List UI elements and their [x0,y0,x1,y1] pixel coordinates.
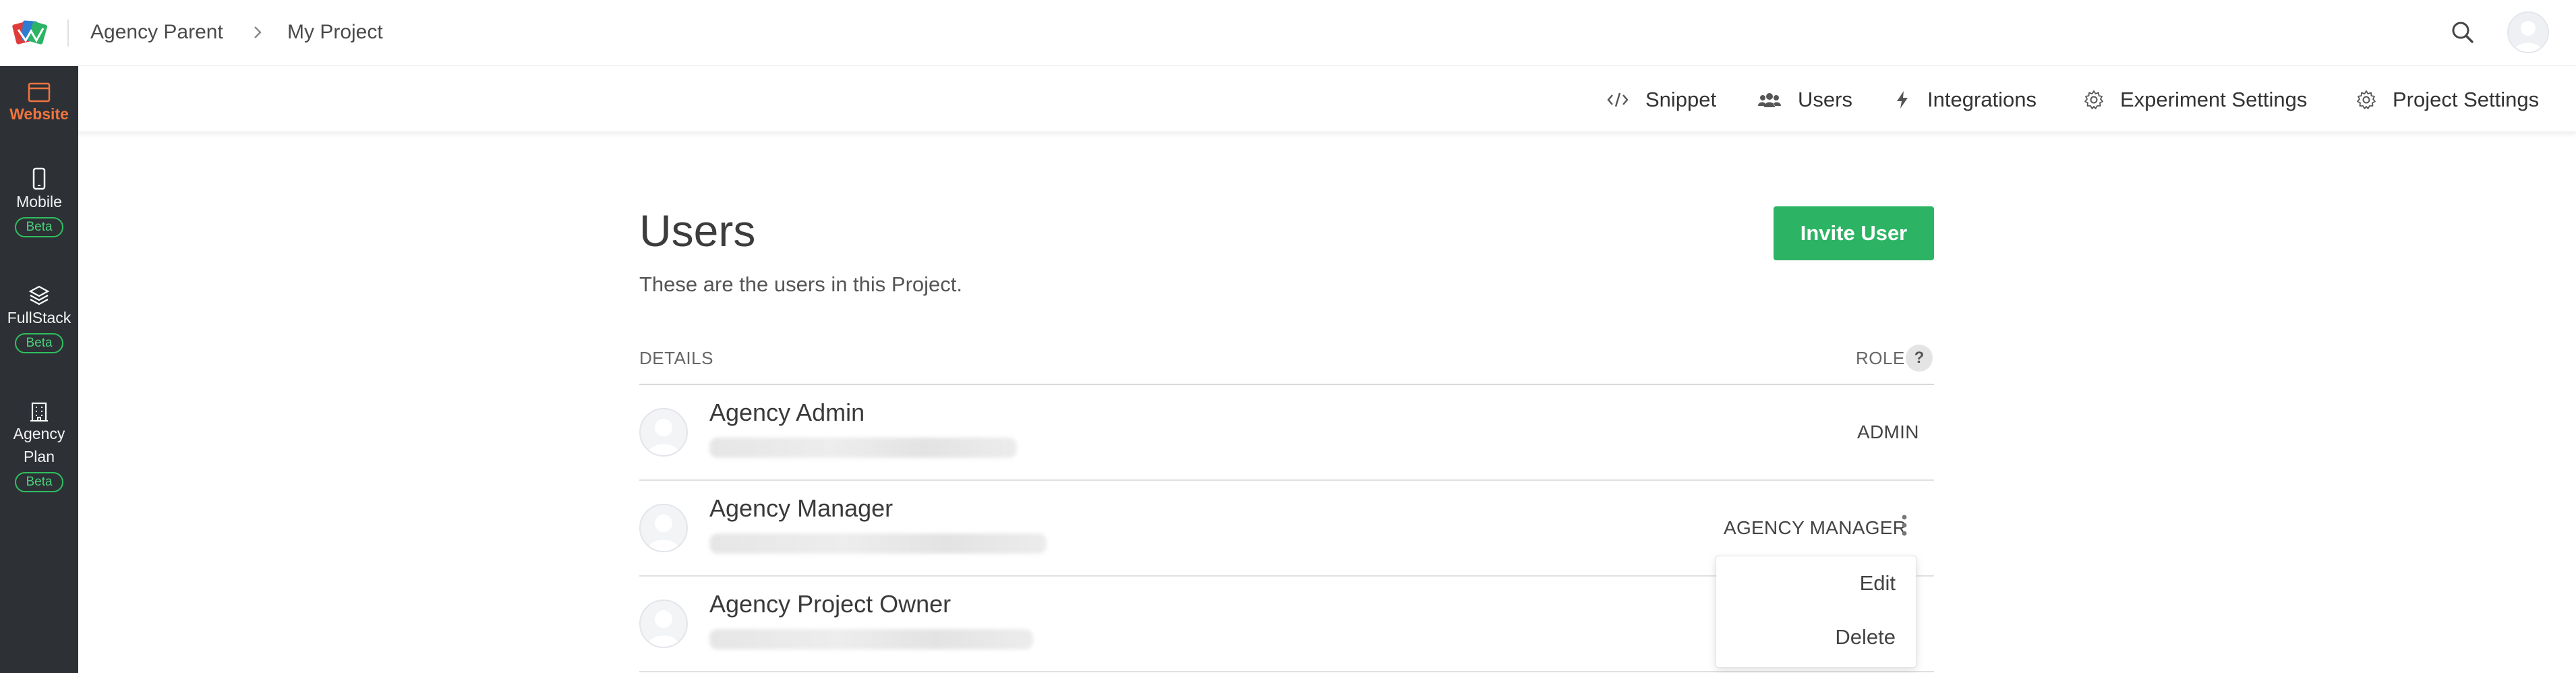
left-sidebar: Website Mobile Beta FullStack Beta Agenc… [0,66,78,673]
sidebar-item-label: Agency Plan [13,425,65,465]
sidebar-item-fullstack[interactable]: FullStack Beta [0,285,78,353]
breadcrumb-agency-parent[interactable]: Agency Parent [90,20,223,45]
table-row: Agency Admin ADMIN [639,385,1934,481]
sidebar-item-mobile[interactable]: Mobile Beta [0,167,78,237]
avatar [639,504,688,552]
beta-badge: Beta [15,472,63,492]
role-column-header: ROLE [1856,348,1905,368]
building-icon [30,402,48,422]
top-bar: Agency Parent My Project [0,0,2576,66]
user-email-redacted [709,438,1017,458]
header-divider [67,20,69,47]
sidebar-item-label: Mobile [16,193,62,210]
nav-experiment-settings[interactable]: Experiment Settings [2084,86,2307,113]
nav-snippet[interactable]: Snippet [1606,86,1716,113]
more-options-icon[interactable] [1899,512,1910,539]
avatar-placeholder-icon [647,610,680,647]
page-subtitle: These are the users in this Project. [639,272,963,296]
users-icon [1758,93,1781,107]
beta-badge: Beta [15,333,63,353]
user-email-redacted [709,629,1033,649]
user-email-redacted [709,533,1047,554]
breadcrumb-my-project[interactable]: My Project [287,20,383,45]
gear-icon [2084,90,2103,109]
sidebar-item-label: Website [9,105,69,123]
page-title: Users [639,206,756,256]
sidebar-item-label: FullStack [7,309,71,326]
user-avatar[interactable] [2507,11,2549,53]
menu-item-delete[interactable]: Delete [1835,625,1896,649]
user-role: AGENCY MANAGER [1724,517,1907,538]
nav-users-label: Users [1798,88,1852,111]
nav-integrations-label: Integrations [1927,88,2037,111]
avatar-placeholder-icon [647,419,680,455]
nav-project-settings-label: Project Settings [2393,88,2540,111]
nav-experiment-settings-label: Experiment Settings [2120,88,2308,111]
gear-icon [2357,90,2376,109]
lightning-icon [1897,91,1908,109]
user-name: Agency Manager [709,494,894,522]
avatar [639,408,688,457]
code-icon [1607,92,1629,107]
nav-snippet-label: Snippet [1645,88,1717,111]
nav-users[interactable]: Users [1757,86,1852,113]
row-actions-menu: Edit Delete [1716,556,1916,668]
user-name: Agency Admin [709,399,865,426]
avatar [639,599,688,648]
chevron-right-icon [254,26,262,38]
app-logo-icon[interactable] [12,18,47,47]
layers-icon [28,285,50,305]
mobile-phone-icon [32,167,46,190]
sidebar-item-agency-plan[interactable]: Agency Plan Beta [0,401,78,492]
sidebar-item-website[interactable]: Website [0,82,78,125]
menu-item-edit[interactable]: Edit [1860,571,1896,595]
search-icon[interactable] [2449,19,2476,46]
invite-user-button[interactable]: Invite User [1774,206,1934,260]
user-name: Agency Project Owner [709,590,952,618]
role-help-icon[interactable]: ? [1906,345,1933,372]
details-column-header: DETAILS [639,348,713,368]
user-role: ADMIN [1857,421,1919,442]
browser-window-icon [28,82,51,103]
beta-badge: Beta [15,217,63,237]
avatar-placeholder-icon [647,515,680,551]
avatar-placeholder-icon [2514,21,2542,52]
nav-project-settings[interactable]: Project Settings [2356,86,2539,113]
nav-integrations[interactable]: Integrations [1894,86,2037,113]
project-nav: Snippet Users Integrations Experiment Se… [78,66,2576,132]
